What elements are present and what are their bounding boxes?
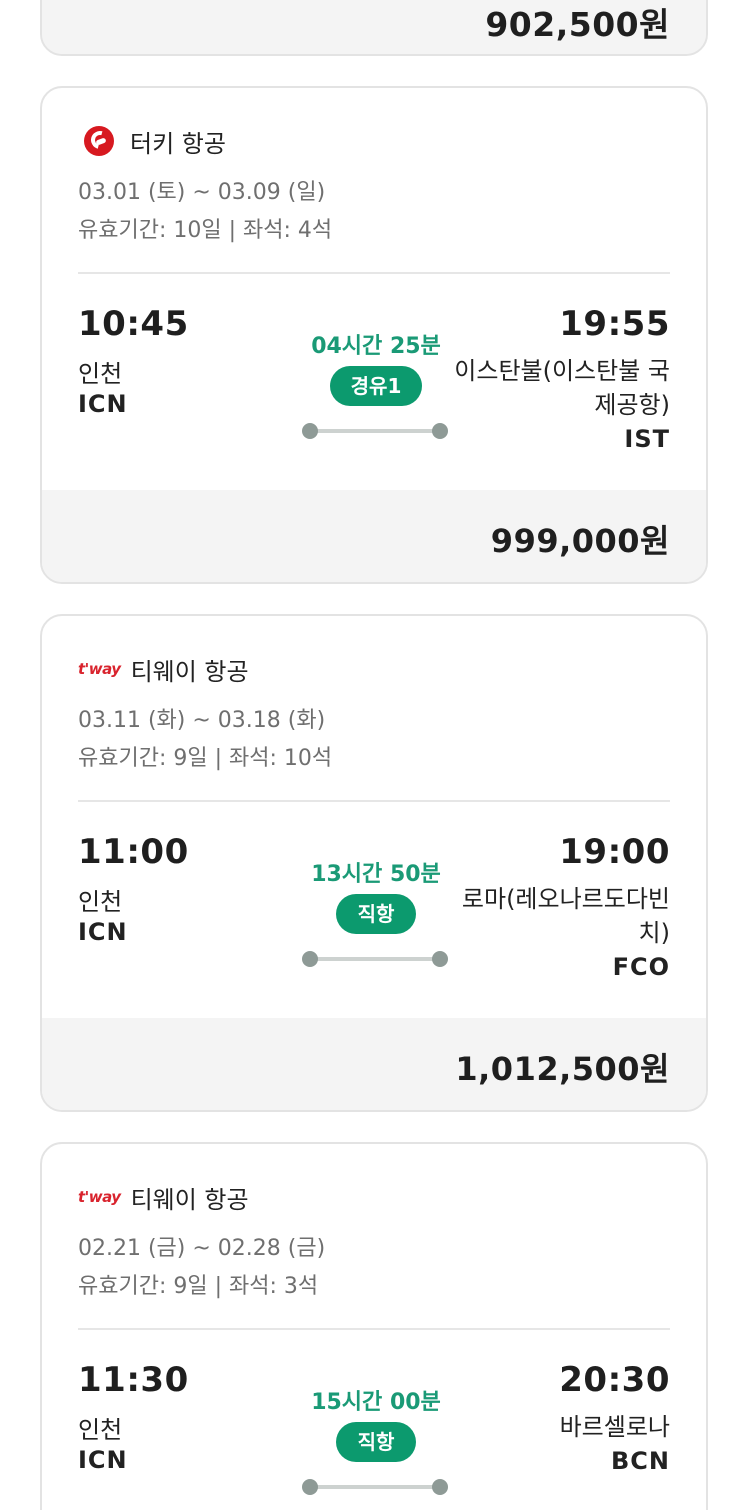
- direct-badge: 직항: [336, 894, 416, 934]
- airline-name: 티웨이 항공: [130, 657, 249, 686]
- route-start-dot: [302, 1479, 318, 1495]
- route-end-dot: [432, 1479, 448, 1495]
- flight-card[interactable]: 터키 항공 03.01 (토) ~ 03.09 (일) 유효기간: 10일 | …: [40, 86, 708, 584]
- flight-results-list: 902,500원 터키 항공 03.01 (토) ~ 03.09 (일) 유효기…: [0, 0, 750, 1510]
- tway-logo-icon: t'way: [78, 1188, 121, 1206]
- airline-row: t'way 티웨이 항공: [78, 1180, 249, 1214]
- arrival-city: 바르셀로나: [559, 1413, 670, 1441]
- departure-time: 11:30: [78, 1360, 189, 1400]
- validity-seats: 유효기간: 9일 | 좌석: 3석: [78, 1274, 319, 1299]
- price-bar: 1,012,500원: [42, 1018, 706, 1110]
- arrival-info: 바르셀로나 BCN: [440, 1410, 670, 1478]
- validity-seats: 유효기간: 9일 | 좌석: 10석: [78, 746, 333, 771]
- validity-seats: 유효기간: 10일 | 좌석: 4석: [78, 218, 333, 243]
- departure-city: 인천: [78, 888, 123, 916]
- route-line: [310, 1485, 442, 1489]
- airline-row: 터키 항공: [78, 124, 226, 158]
- departure-code: ICN: [78, 1446, 128, 1474]
- flight-card[interactable]: t'way 티웨이 항공 02.21 (금) ~ 02.28 (금) 유효기간:…: [40, 1142, 708, 1510]
- flight-card[interactable]: t'way 티웨이 항공 03.11 (화) ~ 03.18 (화) 유효기간:…: [40, 614, 708, 1112]
- arrival-code: FCO: [612, 953, 670, 981]
- price-label: 999,000원: [490, 522, 670, 560]
- price-bar: 999,000원: [42, 490, 706, 582]
- departure-city: 인천: [78, 360, 123, 388]
- travel-dates: 03.01 (토) ~ 03.09 (일): [78, 180, 326, 205]
- arrival-code: IST: [624, 425, 670, 453]
- direct-badge: 직항: [336, 1422, 416, 1462]
- arrival-time: 19:00: [559, 832, 670, 872]
- arrival-city: 로마(레오나르도다빈치): [461, 885, 670, 947]
- airline-name: 티웨이 항공: [130, 1185, 249, 1214]
- route-line: [310, 429, 442, 433]
- departure-time: 11:00: [78, 832, 189, 872]
- route-line: [310, 957, 442, 961]
- arrival-info: 이스탄불(이스탄불 국제공항) IST: [440, 354, 670, 456]
- airline-name: 터키 항공: [130, 129, 226, 158]
- price-label: 902,500원: [485, 5, 670, 44]
- stopover-badge: 경유1: [330, 366, 422, 406]
- arrival-info: 로마(레오나르도다빈치) FCO: [440, 882, 670, 984]
- price-bar: 902,500원: [42, 0, 706, 54]
- arrival-city: 이스탄불(이스탄불 국제공항): [454, 357, 670, 419]
- arrival-code: BCN: [611, 1447, 670, 1475]
- route-start-dot: [302, 951, 318, 967]
- departure-time: 10:45: [78, 304, 189, 344]
- turkish-airlines-logo-icon: [84, 126, 114, 156]
- divider: [78, 272, 670, 274]
- departure-city: 인천: [78, 1416, 123, 1444]
- arrival-time: 20:30: [559, 1360, 670, 1400]
- divider: [78, 1328, 670, 1330]
- price-label: 1,012,500원: [455, 1050, 670, 1088]
- tway-logo-icon: t'way: [78, 660, 121, 678]
- departure-code: ICN: [78, 918, 128, 946]
- travel-dates: 02.21 (금) ~ 02.28 (금): [78, 1236, 326, 1261]
- route-start-dot: [302, 423, 318, 439]
- departure-code: ICN: [78, 390, 128, 418]
- travel-dates: 03.11 (화) ~ 03.18 (화): [78, 708, 326, 733]
- arrival-time: 19:55: [559, 304, 670, 344]
- flight-card[interactable]: 902,500원: [40, 0, 708, 56]
- airline-row: t'way 티웨이 항공: [78, 652, 249, 686]
- divider: [78, 800, 670, 802]
